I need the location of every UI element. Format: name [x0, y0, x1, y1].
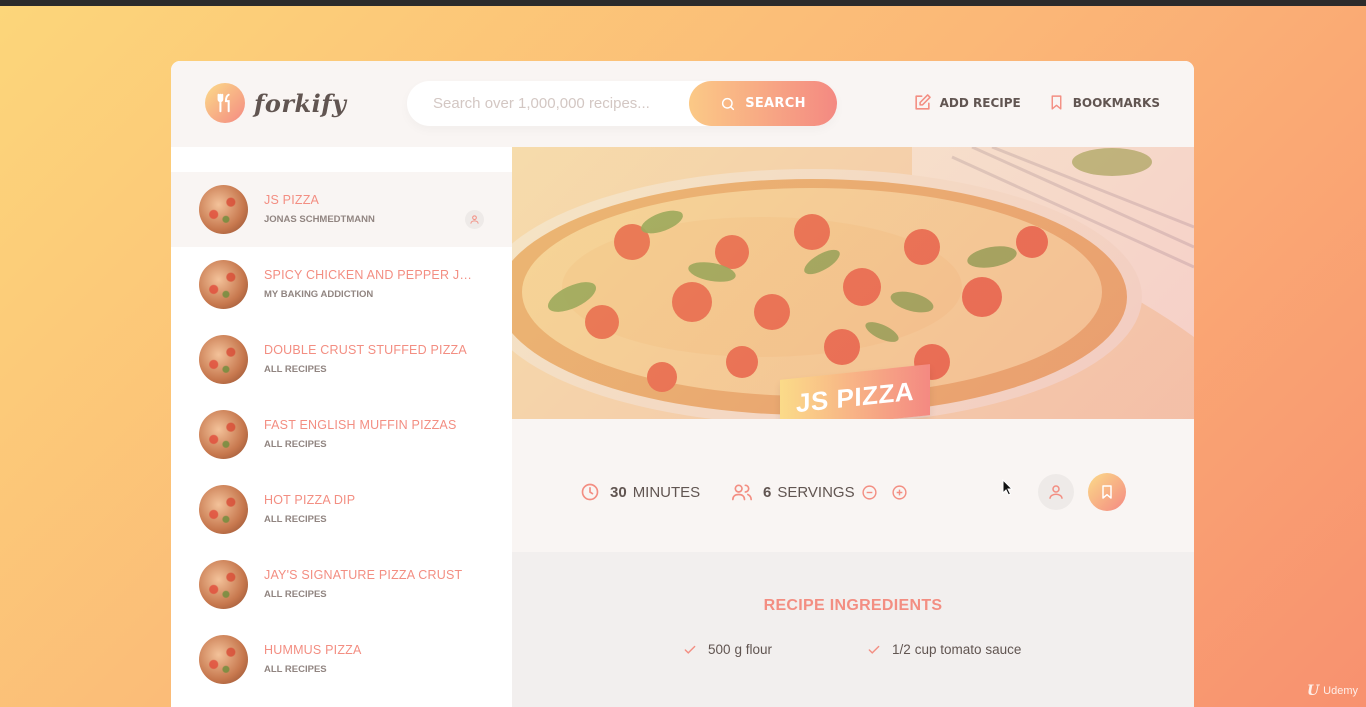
add-recipe-button[interactable]: ADD RECIPE [913, 93, 1021, 112]
user-icon [1049, 485, 1063, 499]
recipe-thumbnail [199, 635, 248, 684]
fork-knife-icon [205, 83, 245, 123]
search-input[interactable] [433, 95, 713, 112]
udemy-text: Udemy [1323, 685, 1358, 697]
add-recipe-label: ADD RECIPE [939, 95, 1021, 110]
result-title: SPICY CHICKEN AND PEPPER JACK PIZZA [264, 268, 479, 282]
header: forkify SEARCH ADD RECIPE [171, 61, 1194, 147]
list-item[interactable]: JS PIZZA JONAS SCHMEDTMANN [171, 172, 512, 247]
search-form: SEARCH [407, 81, 837, 126]
bookmark-button[interactable] [1088, 473, 1126, 511]
ingredient-description: g flour [734, 642, 773, 657]
user-generated-icon [465, 210, 484, 229]
list-item[interactable]: HUMMUS PIZZA ALL RECIPES [171, 622, 512, 697]
result-publisher: ALL RECIPES [264, 664, 327, 675]
bookmarks-label: BOOKMARKS [1072, 95, 1160, 110]
list-item[interactable]: DOUBLE CRUST STUFFED PIZZA ALL RECIPES [171, 322, 512, 397]
list-item[interactable]: FAST ENGLISH MUFFIN PIZZAS ALL RECIPES [171, 397, 512, 472]
logo-text: forkify [254, 88, 347, 118]
ingredients-heading: RECIPE INGREDIENTS [763, 597, 943, 614]
ingredient-description: cup tomato sauce [914, 642, 1022, 657]
mouse-cursor-icon [1002, 479, 1014, 496]
users-icon [731, 484, 752, 501]
bookmark-icon [1051, 95, 1062, 110]
result-title: FAST ENGLISH MUFFIN PIZZAS [264, 418, 457, 432]
user-generated-badge [1038, 474, 1074, 510]
clock-icon [581, 483, 599, 501]
ingredient-item: 1/2 cup tomato sauce [866, 642, 1021, 657]
cooking-time-value: 30 [610, 483, 627, 501]
check-icon [868, 645, 880, 654]
result-title: JAY'S SIGNATURE PIZZA CRUST [264, 568, 463, 582]
result-title: HUMMUS PIZZA [264, 643, 362, 657]
recipe-thumbnail [199, 185, 248, 234]
search-button-label: SEARCH [745, 96, 806, 111]
recipe-thumbnail [199, 560, 248, 609]
search-icon [722, 97, 735, 110]
app-container: forkify SEARCH ADD RECIPE [171, 61, 1194, 707]
browser-top-edge [0, 0, 1366, 6]
recipe-ingredients: RECIPE INGREDIENTS 500 g flour 1/2 cup t… [512, 552, 1194, 707]
result-publisher: ALL RECIPES [264, 589, 327, 600]
result-publisher: ALL RECIPES [264, 439, 327, 450]
recipe-details: 30 MINUTES 6 SERVINGS [512, 419, 1194, 552]
servings: 6 SERVINGS [731, 482, 918, 502]
list-item[interactable]: JAY'S SIGNATURE PIZZA CRUST ALL RECIPES [171, 547, 512, 622]
ingredient-item: 500 g flour [682, 642, 772, 657]
decrease-servings-button[interactable] [861, 484, 888, 501]
result-title: HOT PIZZA DIP [264, 493, 356, 507]
udemy-watermark: U Udemy [1307, 683, 1358, 699]
plus-circle-icon [892, 484, 907, 500]
cooking-time-unit: MINUTES [632, 483, 701, 501]
check-icon [684, 645, 696, 654]
recipe-thumbnail [199, 260, 248, 309]
result-title: DOUBLE CRUST STUFFED PIZZA [264, 343, 467, 357]
recipe-thumbnail [199, 410, 248, 459]
servings-value: 6 [763, 483, 772, 501]
nav: ADD RECIPE BOOKMARKS [886, 93, 1160, 112]
servings-unit: SERVINGS [777, 483, 855, 501]
ingredient-quantity: 500 [708, 642, 731, 657]
recipe-thumbnail [199, 335, 248, 384]
result-publisher: ALL RECIPES [264, 514, 327, 525]
result-title: JS PIZZA [264, 193, 320, 207]
result-publisher: MY BAKING ADDICTION [264, 289, 374, 300]
list-item[interactable]: HOT PIZZA DIP ALL RECIPES [171, 472, 512, 547]
recipe-view: JS PIZZA 30 MINUTES 6 SERVINGS RECIPE IN… [512, 147, 1194, 707]
ingredient-quantity: 1/2 [892, 642, 911, 657]
search-results: JS PIZZA JONAS SCHMEDTMANN SPICY CHICKEN… [171, 147, 512, 707]
result-publisher: ALL RECIPES [264, 364, 327, 375]
result-publisher: JONAS SCHMEDTMANN [264, 214, 375, 225]
logo[interactable]: forkify [205, 83, 347, 123]
bookmark-icon [1102, 485, 1112, 499]
list-item[interactable]: SPICY CHICKEN AND PEPPER JACK PIZZA MY B… [171, 247, 512, 322]
increase-servings-button[interactable] [891, 484, 918, 501]
udemy-logo: U [1306, 683, 1320, 699]
minus-circle-icon [862, 484, 877, 500]
bookmarks-button[interactable]: BOOKMARKS [1048, 93, 1160, 112]
search-button[interactable]: SEARCH [689, 81, 837, 126]
cooking-time: 30 MINUTES [580, 482, 700, 502]
edit-icon [915, 94, 931, 110]
recipe-thumbnail [199, 485, 248, 534]
